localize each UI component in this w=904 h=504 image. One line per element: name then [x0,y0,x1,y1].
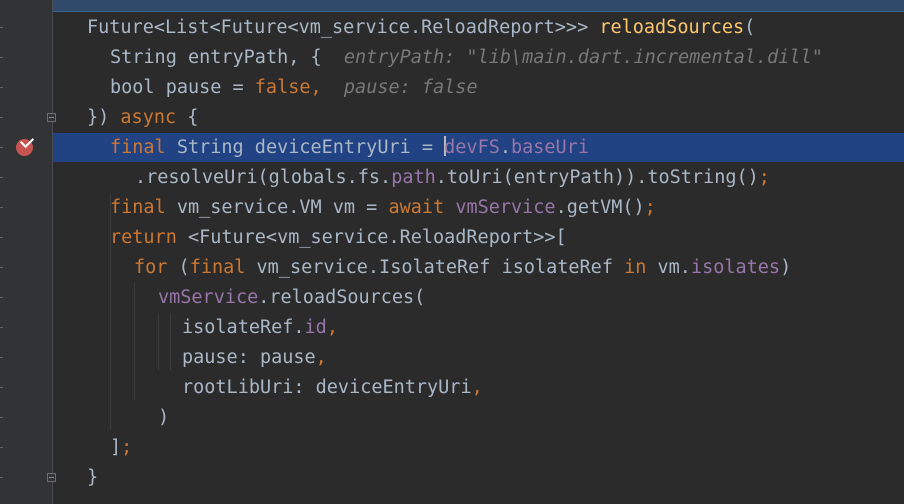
code-token: { [176,107,199,128]
indent-guide [170,313,171,370]
code-line[interactable]: final vm_service.VM vm = await vmService… [110,193,656,223]
gutter-tick [0,237,3,238]
code-token: vmService [158,287,259,308]
code-token: ; [758,167,770,188]
code-token: ( [744,17,756,38]
code-token: final [110,197,166,218]
code-token: bool pause = [110,77,255,98]
gutter-tick [0,117,3,118]
code-line[interactable]: String entryPath, { entryPath: "lib\main… [110,43,823,73]
code-token: in [624,257,647,278]
code-token: vm_service.IsolateRef isolateRef [245,257,625,278]
indent-guide [158,313,159,370]
code-token: Future<List<Future<vm_service.ReloadRepo… [87,17,600,38]
code-token: baseUri [511,137,589,158]
code-line[interactable]: vmService.reloadSources( [158,283,425,313]
gutter-tick [0,477,3,478]
code-token: <Future<vm_service.ReloadReport>>[ [176,227,567,248]
code-line[interactable]: for (final vm_service.IsolateRef isolate… [134,253,791,283]
gutter-tick [0,87,3,88]
code-token: . [499,137,511,158]
gutter-tick [0,417,3,418]
code-token: pause: pause [182,347,316,368]
editor-gutter[interactable] [0,0,52,504]
code-token: }) [87,107,121,128]
code-token: vm. [646,257,691,278]
code-token: return [110,227,177,248]
code-token: vmService [455,197,556,218]
code-token: rootLibUri: deviceEntryUri [182,377,472,398]
code-token: , [326,317,338,338]
code-line[interactable]: .resolveUri(globals.fs.path.toUri(entryP… [135,163,770,193]
code-token: false [254,77,311,98]
gutter-tick [0,297,3,298]
code-token: ] [110,437,122,458]
code-line[interactable]: }) async { [87,103,198,133]
code-token: final [110,137,166,158]
code-line[interactable]: Future<List<Future<vm_service.ReloadRepo… [87,13,755,43]
code-token: reloadSources [599,17,745,38]
code-token: .resolveUri(globals.fs. [135,167,392,188]
code-token: id [304,317,327,338]
gutter-tick [0,207,3,208]
code-line[interactable]: } [87,463,98,493]
code-token: await [388,197,445,218]
code-line[interactable]: ]; [110,433,132,463]
code-token: vm_service.VM vm = [165,197,389,218]
previous-line-highlight-edge [53,11,904,12]
code-token: String deviceEntryUri = [165,137,445,158]
code-line[interactable]: pause: pause, [182,343,327,373]
code-token: isolateRef. [182,317,305,338]
code-token: path [391,167,436,188]
code-token: devFS [444,137,500,158]
fold-marker-icon[interactable] [47,473,56,482]
code-line[interactable]: rootLibUri: deviceEntryUri, [182,373,483,403]
code-token: , [310,77,322,98]
code-token: .reloadSources( [258,287,426,308]
code-token: isolates [690,257,781,278]
code-token: ( [167,257,190,278]
code-token: entryPath: "lib\main.dart.incremental.di… [343,47,823,68]
code-token: ) [780,257,792,278]
code-token: ) [158,407,170,428]
gutter-tick [0,27,3,28]
gutter-tick [0,267,3,268]
code-token: String entryPath, { [110,47,344,68]
code-token: ; [121,437,133,458]
gutter-tick [0,327,3,328]
code-token: , [471,377,483,398]
indent-guide [134,283,135,400]
code-token: } [87,467,99,488]
gutter-tick [0,387,3,388]
code-line[interactable]: return <Future<vm_service.ReloadReport>>… [110,223,567,253]
fold-marker-icon[interactable] [47,113,56,122]
gutter-tick [0,177,3,178]
code-line[interactable]: isolateRef.id, [182,313,338,343]
code-token: .toUri(entryPath)).toString() [435,167,759,188]
gutter-tick [0,447,3,448]
code-token: final [189,257,246,278]
gutter-separator [52,0,53,504]
code-token: ; [644,197,656,218]
code-token: .getVM() [555,197,645,218]
code-token: async [120,107,177,128]
code-line[interactable]: bool pause = false, pause: false [110,73,478,103]
code-token: for [134,257,168,278]
code-line[interactable]: ) [158,403,169,433]
gutter-tick [0,147,3,148]
code-token: , [315,347,327,368]
gutter-tick [0,357,3,358]
code-token: pause: false [343,77,478,98]
gutter-tick [0,57,3,58]
code-line[interactable]: final String deviceEntryUri = devFS.base… [110,133,589,163]
